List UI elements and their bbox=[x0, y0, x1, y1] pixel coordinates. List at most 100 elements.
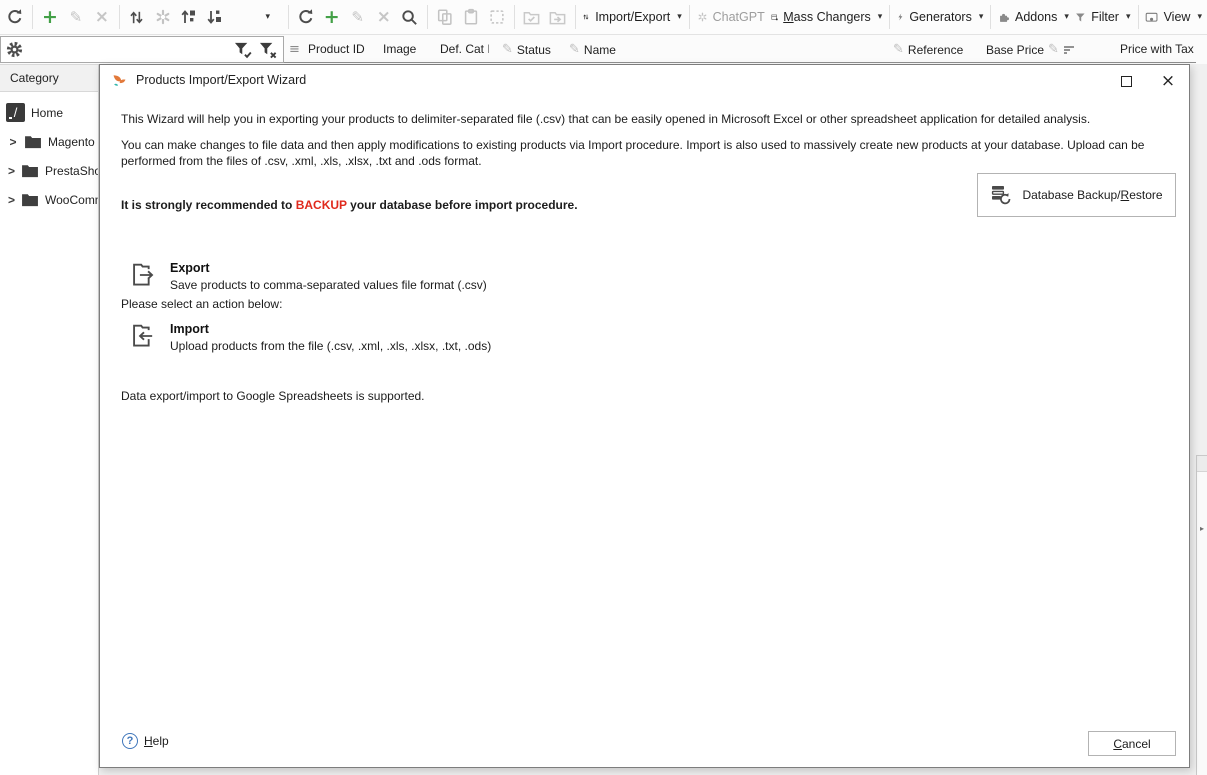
column-header-reference[interactable]: ✎Reference bbox=[893, 42, 963, 57]
category-filter-input[interactable] bbox=[24, 40, 233, 60]
sidebar-item-home[interactable]: / Home bbox=[0, 98, 98, 127]
chevron-down-icon: ▾ bbox=[878, 13, 883, 22]
move-level-down-button[interactable] bbox=[202, 4, 228, 30]
category-more-dropdown[interactable]: ▾ bbox=[254, 4, 280, 30]
addons-label: Addons bbox=[1015, 10, 1057, 24]
folder-icon bbox=[21, 192, 39, 207]
category-sidebar: Category / Home > Magento > PrestaSho > … bbox=[0, 64, 99, 775]
view-dropdown[interactable]: View ▾ bbox=[1142, 4, 1205, 30]
column-header-def-cat-id[interactable]: Def. Cat ID bbox=[440, 42, 489, 56]
dialog-titlebar[interactable]: Products Import/Export Wizard bbox=[100, 65, 1189, 95]
sidebar-item-prestashop[interactable]: > PrestaSho bbox=[0, 156, 98, 185]
chevron-down-icon: ▾ bbox=[1126, 13, 1131, 22]
plus-icon: + bbox=[42, 8, 58, 27]
store-manager-window: + ✎ × ▾ + ✎ × bbox=[0, 0, 1207, 775]
chatgpt-button[interactable]: ChatGPT bbox=[694, 4, 768, 30]
refresh-products-button[interactable] bbox=[293, 4, 319, 30]
filter-icon bbox=[1075, 9, 1086, 26]
export-action[interactable]: Export Save products to comma-separated … bbox=[130, 261, 487, 292]
filter-label: Filter bbox=[1091, 10, 1119, 24]
copy-to-category-button[interactable] bbox=[519, 4, 545, 30]
chatgpt-label: ChatGPT bbox=[713, 10, 765, 24]
pencil-icon: ✎ bbox=[70, 10, 83, 25]
cancel-label: Cancel bbox=[1113, 737, 1150, 751]
help-link[interactable]: ? Help bbox=[122, 733, 169, 749]
import-action[interactable]: Import Upload products from the file (.c… bbox=[130, 322, 491, 353]
maximize-icon bbox=[1121, 76, 1132, 87]
home-root-icon: / bbox=[6, 103, 25, 122]
column-header-base-price[interactable]: Base Price✎ bbox=[986, 42, 1075, 57]
paste-product-button[interactable] bbox=[458, 4, 484, 30]
edit-product-button[interactable]: ✎ bbox=[345, 4, 371, 30]
generators-dropdown[interactable]: Generators ▾ bbox=[894, 4, 986, 30]
action-prompt: Please select an action below: bbox=[121, 297, 282, 311]
clipboard-icon bbox=[462, 8, 480, 26]
export-description: Save products to comma-separated values … bbox=[170, 278, 487, 292]
maximize-button[interactable] bbox=[1111, 69, 1141, 93]
column-header-image[interactable]: Image bbox=[383, 42, 416, 56]
splitter-cap bbox=[1197, 456, 1207, 472]
move-level-up-button[interactable] bbox=[176, 4, 202, 30]
paste-special-button[interactable] bbox=[484, 4, 510, 30]
import-title: Import bbox=[170, 322, 491, 336]
chevron-down-icon: ▾ bbox=[266, 13, 271, 22]
edit-icon: ✎ bbox=[1048, 42, 1059, 57]
toolbar-separator bbox=[119, 5, 120, 29]
column-header-status[interactable]: ✎Status bbox=[502, 42, 551, 57]
chatgpt-icon bbox=[697, 8, 708, 26]
column-header-price-with-tax[interactable]: Price with Tax bbox=[1120, 42, 1194, 56]
refresh-categories-button[interactable] bbox=[2, 4, 28, 30]
toolbar-separator bbox=[32, 5, 33, 29]
edit-category-button[interactable]: ✎ bbox=[63, 4, 89, 30]
view-label: View bbox=[1164, 10, 1191, 24]
delete-category-button[interactable]: × bbox=[89, 4, 115, 30]
export-title: Export bbox=[170, 261, 487, 275]
column-header-name[interactable]: ✎Name bbox=[569, 42, 616, 57]
up-down-arrows-icon bbox=[127, 8, 146, 27]
search-products-button[interactable] bbox=[397, 4, 423, 30]
help-label: Help bbox=[144, 734, 169, 748]
level-down-icon bbox=[205, 7, 225, 27]
category-import-export-button[interactable] bbox=[124, 4, 150, 30]
products-import-export-wizard-dialog: Products Import/Export Wizard × This Wiz… bbox=[99, 64, 1190, 768]
chevron-right-icon[interactable]: > bbox=[8, 193, 15, 207]
move-to-category-button[interactable] bbox=[545, 4, 571, 30]
chevron-right-icon[interactable]: > bbox=[8, 164, 15, 178]
category-panel-header: Category bbox=[0, 64, 98, 92]
edit-icon: ✎ bbox=[569, 42, 580, 57]
cancel-button[interactable]: Cancel bbox=[1088, 731, 1176, 756]
gear-icon[interactable] bbox=[5, 40, 24, 59]
folder-check-icon bbox=[522, 8, 541, 27]
close-button[interactable]: × bbox=[1153, 69, 1183, 93]
wizard-app-icon bbox=[111, 72, 128, 89]
column-header-product-id[interactable]: Product ID bbox=[308, 42, 365, 56]
add-product-button[interactable]: + bbox=[319, 4, 345, 30]
delete-product-button[interactable]: × bbox=[371, 4, 397, 30]
mass-changers-dropdown[interactable]: Mass Changers ▾ bbox=[768, 4, 886, 30]
database-backup-restore-button[interactable]: Database Backup/Restore bbox=[977, 173, 1176, 217]
folder-icon bbox=[24, 134, 42, 149]
toolbar-separator bbox=[514, 5, 515, 29]
chevron-down-icon: ▾ bbox=[1197, 13, 1202, 22]
eye-view-icon bbox=[1145, 9, 1158, 26]
collapsed-right-panel-splitter[interactable]: ▸ bbox=[1196, 455, 1207, 775]
filter-dropdown[interactable]: Filter ▾ bbox=[1072, 4, 1134, 30]
mass-changers-label: Mass Changers bbox=[783, 10, 871, 24]
close-icon: × bbox=[1161, 71, 1175, 91]
folder-arrow-icon bbox=[548, 8, 567, 27]
import-export-dropdown[interactable]: Import/Export ▾ bbox=[579, 4, 684, 30]
add-category-button[interactable]: + bbox=[37, 4, 63, 30]
clear-filter-icon[interactable] bbox=[258, 40, 279, 59]
apply-filter-icon[interactable] bbox=[233, 40, 254, 59]
backup-highlight: BACKUP bbox=[296, 198, 347, 212]
copy-product-button[interactable] bbox=[432, 4, 458, 30]
sort-lines-icon bbox=[1063, 45, 1075, 55]
addons-dropdown[interactable]: Addons ▾ bbox=[995, 4, 1072, 30]
sidebar-item-woocommerce[interactable]: > WooComm bbox=[0, 185, 98, 214]
grid-menu-button[interactable]: ≡ bbox=[289, 42, 300, 57]
chevron-right-icon[interactable]: > bbox=[8, 135, 18, 149]
category-chatgpt-button[interactable] bbox=[150, 4, 176, 30]
paste-special-icon bbox=[488, 8, 506, 26]
sidebar-item-magento[interactable]: > Magento bbox=[0, 127, 98, 156]
edit-icon: ✎ bbox=[893, 42, 904, 57]
